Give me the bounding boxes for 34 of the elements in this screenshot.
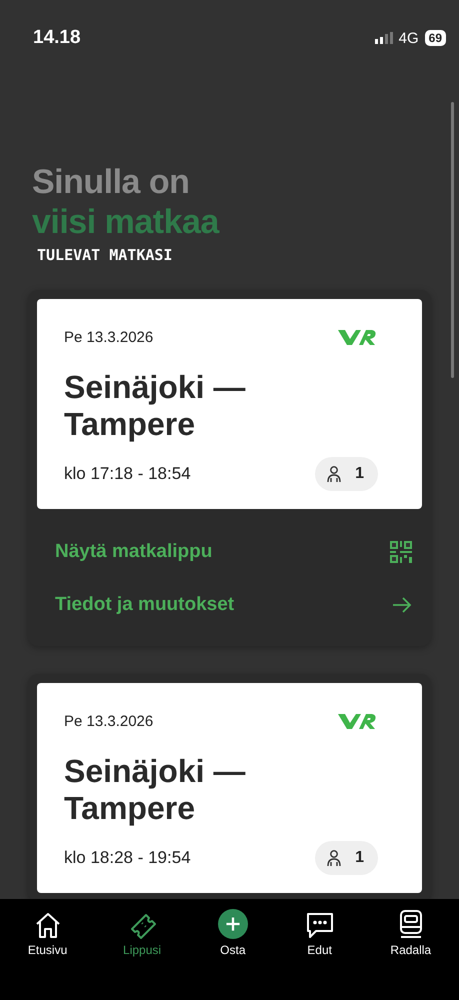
person-icon [325,849,344,867]
trip-time: klo 18:28 - 19:54 [64,848,191,868]
logo-icon [337,327,377,347]
trip-route: Seinäjoki — Tampere [64,753,246,827]
logo-icon [337,711,377,731]
trip-card[interactable]: Pe 13.3.2026 Seinäjoki — Tampere klo 17:18 - 18:54 1 [37,299,422,509]
heading-text: Sinulla on [32,162,190,202]
passenger-count: 1 [355,849,364,867]
heading-highlight: viisi matkaa [32,202,220,242]
battery-indicator: 69 [424,30,446,46]
trip-date: Pe 13.3.2026 [64,712,154,730]
passenger-count: 1 [355,465,364,483]
tab-item[interactable]: Edut [300,905,339,961]
trip-route: Seinäjoki — Tampere [64,369,246,443]
tab-item[interactable]: Lippusi [119,905,166,961]
home-icon [34,911,62,939]
chat-bubble-icon [304,911,335,939]
status-time: 14.18 [33,27,81,49]
section-label: TULEVAT MATKASI [37,246,174,264]
trip-action-link[interactable]: Näytä matkalippu [55,525,412,578]
arrow-right-icon [392,596,412,612]
signal-icon [374,32,393,44]
trip-time: klo 17:18 - 18:54 [64,464,191,484]
ticket-icon [128,911,156,939]
trip-card[interactable]: Pe 13.3.2026 Seinäjoki — Tampere klo 18:28 - 19:54 1 [37,683,422,893]
network-label: 4G [398,30,419,46]
trip-action-link[interactable]: Tiedot ja muutokset [55,578,412,631]
plus-icon [216,909,249,939]
person-icon [325,465,344,483]
tab-item[interactable]: Radalla [386,905,436,961]
trip-date: Pe 13.3.2026 [64,328,154,346]
tab-item[interactable]: Etusivu [24,905,72,961]
qr-code-icon [390,540,412,562]
tab-item[interactable]: Osta [212,905,253,961]
